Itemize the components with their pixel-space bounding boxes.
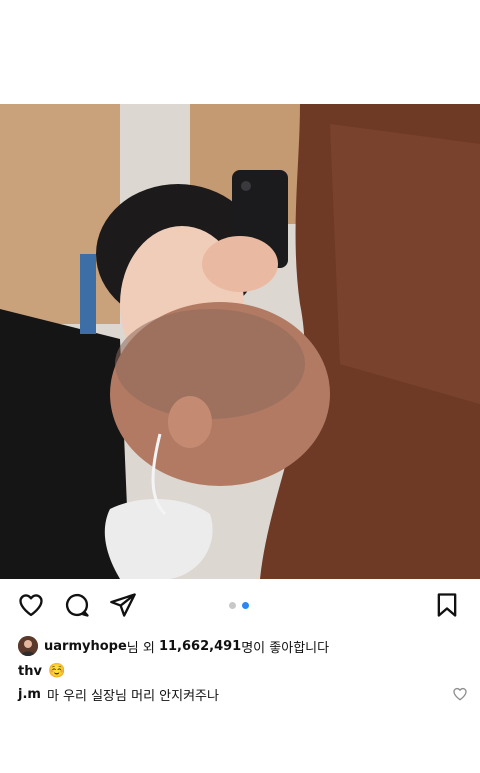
carousel-dot-active <box>242 602 249 609</box>
carousel-indicator <box>229 602 249 609</box>
comment-icon <box>65 593 89 617</box>
comment-item: j.m 마 우리 실장님 머리 안지켜주나 <box>18 684 468 704</box>
post-image[interactable] <box>0 104 480 579</box>
post-caption: thv ☺️ <box>18 660 65 682</box>
save-button[interactable] <box>432 590 462 620</box>
heart-icon <box>19 594 43 617</box>
likes-username-link[interactable]: uarmyhope <box>44 639 127 654</box>
carousel-dot <box>229 602 236 609</box>
likes-text-suffix: 명이 좋아합니다 <box>241 640 330 656</box>
avatar-image <box>18 636 38 656</box>
send-icon <box>110 593 136 617</box>
top-blank-area <box>0 0 480 104</box>
comment-username-link[interactable]: j.m <box>18 687 41 702</box>
caption-username-link[interactable]: thv <box>18 664 42 679</box>
heart-icon <box>453 687 467 701</box>
avatar[interactable] <box>18 636 38 656</box>
post-action-bar <box>0 590 480 624</box>
share-button[interactable] <box>108 590 138 620</box>
post-photo-illustration <box>0 104 480 579</box>
comment-text: 마 우리 실장님 머리 안지켜주나 <box>46 688 219 704</box>
bookmark-icon <box>437 593 457 617</box>
comment-button[interactable] <box>62 590 92 620</box>
likes-count-link[interactable]: 11,662,491 <box>159 639 241 654</box>
caption-text: ☺️ <box>47 663 66 679</box>
likes-text-prefix: 님 외 <box>126 640 159 656</box>
likes-summary: uarmyhope 님 외 11,662,491 명이 좋아합니다 <box>18 635 329 657</box>
comment-like-button[interactable] <box>452 686 468 702</box>
like-button[interactable] <box>16 590 46 620</box>
